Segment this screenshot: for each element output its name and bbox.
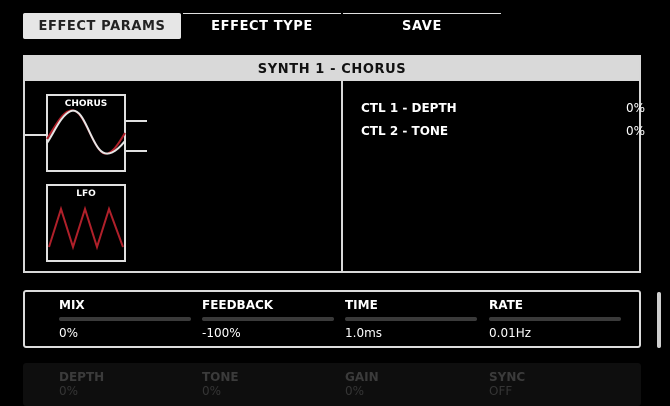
param-label: GAIN [345,370,379,384]
param-sync[interactable]: SYNC OFF [489,363,621,406]
param-slider[interactable] [345,317,477,321]
lfo-label: LFO [76,189,96,199]
param-rate[interactable]: RATE 0.01Hz [489,292,621,346]
param-label: MIX [59,298,85,312]
param-label: DEPTH [59,370,105,384]
ctl-1-value: 0% [625,101,645,115]
param-row: MIX 0% FEEDBACK -100% TIME 1.0ms RATE 0.… [23,290,641,348]
param-depth[interactable]: DEPTH 0% [59,363,191,406]
ctl-2-label: CTL 2 - TONE [361,124,449,138]
param-label: SYNC [489,370,526,384]
param-tone[interactable]: TONE 0% [202,363,334,406]
param-value: 0% [59,326,79,340]
param-value: -100% [202,326,241,340]
lfo-triangle-wave [48,205,124,251]
panel-title: SYNTH 1 - CHORUS [25,57,639,81]
param-label: TIME [345,298,378,312]
param-value: 0.01Hz [489,326,532,340]
ctl-row-2[interactable]: CTL 2 - TONE 0% [361,124,645,142]
param-value: 0% [202,384,222,398]
param-value: 0% [345,384,365,398]
ctl-1-label: CTL 1 - DEPTH [361,101,457,115]
param-slider[interactable] [59,317,191,321]
ctl-row-1[interactable]: CTL 1 - DEPTH 0% [361,101,645,119]
panel-divider [341,81,343,273]
param-mix[interactable]: MIX 0% [59,292,191,346]
ctl-2-value: 0% [625,124,645,138]
chorus-label: CHORUS [65,99,108,109]
param-label: RATE [489,298,523,312]
param-time[interactable]: TIME 1.0ms [345,292,477,346]
param-slider[interactable] [489,317,621,321]
param-label: TONE [202,370,239,384]
param-gain[interactable]: GAIN 0% [345,363,477,406]
param-value: 1.0ms [345,326,383,340]
wave-white [46,109,126,155]
tab-effect-params[interactable]: EFFECT PARAMS [23,13,181,39]
param-value: OFF [489,384,513,398]
param-row-next: DEPTH 0% TONE 0% GAIN 0% SYNC OFF [23,363,641,406]
effect-diagram: CHORUS LFO [25,94,147,262]
tab-effect-type[interactable]: EFFECT TYPE [183,13,341,39]
param-label: FEEDBACK [202,298,274,312]
tab-save[interactable]: SAVE [343,13,501,39]
scrollbar[interactable] [657,292,661,348]
param-feedback[interactable]: FEEDBACK -100% [202,292,334,346]
effect-panel: SYNTH 1 - CHORUS CHORUS LFO CTL 1 - DEPT… [23,55,645,273]
wave-red [46,109,126,155]
param-slider[interactable] [202,317,334,321]
param-value: 0% [59,384,79,398]
